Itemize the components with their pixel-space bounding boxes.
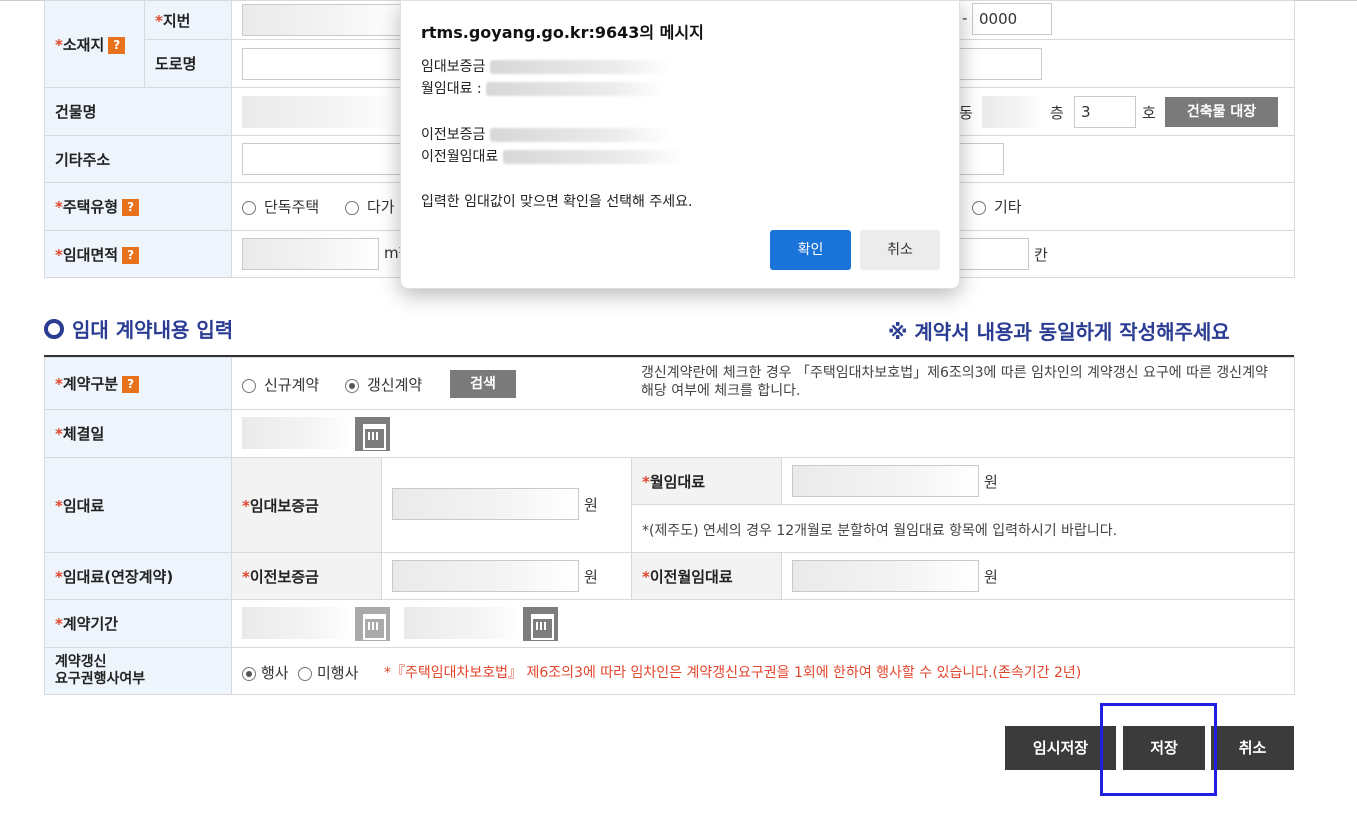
- prev-monthly-header: *이전월임대료: [631, 552, 782, 600]
- alert-dialog: rtms.goyang.go.kr:9643의 메시지 임대보증금 월임대료 :…: [400, 0, 960, 289]
- contract-form: *계약구분? 신규계약 갱신계약 검색 갱신계약란에 체크한 경우 「주택임대차…: [44, 357, 1295, 695]
- dash-text: -: [962, 9, 968, 27]
- contract-renew-radio[interactable]: 갱신계약: [345, 374, 422, 395]
- dong-label: 동: [959, 104, 973, 122]
- contract-type-header: *계약구분?: [44, 357, 232, 410]
- renewal-right-cell: 행사 미행사 *『주택임대차보호법』 제6조의3에 따라 임차인은 계약갱신요구…: [231, 647, 1295, 695]
- prev-deposit-input[interactable]: [392, 560, 579, 592]
- calendar-icon[interactable]: [355, 417, 390, 451]
- search-button[interactable]: 검색: [450, 370, 516, 398]
- period-header: *계약기간: [44, 599, 232, 648]
- save-highlight-box: [1100, 703, 1217, 796]
- radio-icon: [298, 666, 312, 681]
- other-address-header: 기타주소: [44, 135, 232, 183]
- house-type-option-etc[interactable]: 기타: [972, 196, 1022, 217]
- house-type-option-2[interactable]: 다가: [345, 196, 395, 217]
- monthly-note-cell: *(제주도) 연세의 경우 12개월로 분할하여 월임대료 항목에 입력하시기 …: [631, 504, 1295, 553]
- rent-header: *임대료: [44, 457, 232, 553]
- dialog-question: 입력한 임대값이 맞으면 확인을 선택해 주세요.: [421, 194, 693, 210]
- jibun-input[interactable]: [242, 4, 402, 36]
- area-header: *임대면적?: [44, 230, 232, 278]
- help-icon[interactable]: ?: [122, 199, 140, 216]
- won-unit: 원: [984, 568, 998, 586]
- dialog-monthly-line: 월임대료 :: [421, 78, 667, 98]
- dialog-prev-monthly-line: 이전월임대료: [421, 146, 683, 166]
- building-ledger-button[interactable]: 건축물 대장: [1165, 97, 1278, 127]
- won-unit: 원: [584, 568, 598, 586]
- prev-monthly-input[interactable]: [792, 560, 979, 592]
- monthly-input[interactable]: [792, 465, 979, 497]
- won-unit: 원: [984, 473, 998, 491]
- contract-date-cell: [231, 409, 1295, 458]
- house-type-header: *주택유형?: [44, 182, 232, 231]
- contract-type-cell: 신규계약 갱신계약 검색 갱신계약란에 체크한 경우 「주택임대차보호법」제6조…: [231, 357, 1295, 410]
- monthly-header: *월임대료: [631, 457, 782, 505]
- contract-date-header: *체결일: [44, 409, 232, 458]
- radio-checked-icon: [242, 666, 256, 681]
- redacted-value: [486, 82, 667, 96]
- floor-label: 층: [1050, 104, 1064, 122]
- contract-type-note: 갱신계약란에 체크한 경우 「주택임대차보호법」제6조의3에 따른 임차인의 계…: [641, 365, 1268, 399]
- area-input[interactable]: [242, 238, 379, 270]
- ho-label: 호: [1142, 104, 1156, 122]
- redacted-value: [489, 128, 670, 142]
- location-header: *소재지?: [44, 0, 145, 88]
- period-cell: [231, 599, 1295, 648]
- redacted-value: [502, 150, 683, 164]
- radio-checked-icon: [345, 378, 359, 393]
- help-icon[interactable]: ?: [122, 376, 140, 393]
- period-start-input[interactable]: [242, 607, 356, 639]
- jibun-sub-input[interactable]: 0000: [972, 3, 1052, 35]
- won-unit: 원: [584, 496, 598, 514]
- not-exercised-radio[interactable]: 미행사: [298, 662, 358, 683]
- building-header: 건물명: [44, 87, 232, 136]
- renewal-note: *『주택임대차보호법』 제6조의3에 따라 임차인은 계약갱신요구권을 1회에 …: [384, 665, 1082, 681]
- help-icon[interactable]: ?: [122, 246, 140, 264]
- deposit-input[interactable]: [392, 488, 579, 520]
- radio-icon: [242, 200, 256, 215]
- area-input-2[interactable]: [954, 238, 1029, 270]
- renewal-right-header: 계약갱신 요구권행사여부: [44, 647, 232, 695]
- cancel-button[interactable]: 취소: [1211, 726, 1294, 770]
- deposit-cell: 원: [381, 457, 632, 553]
- calendar-icon[interactable]: [355, 607, 390, 641]
- dialog-prev-deposit-line: 이전보증금: [421, 124, 670, 144]
- monthly-note: *(제주도) 연세의 경우 12개월로 분할하여 월임대료 항목에 입력하시기 …: [642, 523, 1118, 539]
- floor-input[interactable]: 3: [1074, 96, 1136, 128]
- road-header: 도로명: [144, 39, 232, 88]
- circle-icon: [44, 319, 64, 339]
- help-icon[interactable]: ?: [108, 36, 126, 54]
- contract-new-radio[interactable]: 신규계약: [242, 374, 319, 395]
- section-note: ※ 계약서 내용과 동일하게 작성해주세요: [888, 320, 1230, 344]
- calendar-icon[interactable]: [523, 607, 558, 641]
- jibun-header: *지번: [144, 0, 232, 40]
- period-end-input[interactable]: [404, 607, 524, 639]
- exercised-radio[interactable]: 행사: [242, 662, 289, 683]
- dialog-deposit-line: 임대보증금: [421, 56, 670, 76]
- radio-icon: [345, 200, 359, 215]
- dialog-ok-button[interactable]: 확인: [770, 230, 851, 270]
- redacted-value: [489, 60, 670, 74]
- dong-input[interactable]: [982, 96, 1042, 128]
- prev-monthly-cell: 원: [781, 552, 1295, 600]
- radio-icon: [972, 200, 986, 215]
- dialog-title: rtms.goyang.go.kr:9643의 메시지: [421, 23, 704, 42]
- monthly-cell: 원: [781, 457, 1295, 505]
- rent-ext-header: *임대료(연장계약): [44, 552, 232, 600]
- prev-deposit-cell: 원: [381, 552, 632, 600]
- prev-deposit-header: *이전보증금: [231, 552, 382, 600]
- deposit-header: *임대보증금: [231, 457, 382, 553]
- area-unit-2: 칸: [1034, 246, 1048, 264]
- dialog-cancel-button[interactable]: 취소: [860, 230, 940, 270]
- contract-date-input[interactable]: [242, 417, 356, 449]
- section-title: 임대 계약내용 입력: [44, 314, 233, 343]
- building-input[interactable]: [242, 96, 402, 128]
- radio-icon: [242, 378, 256, 393]
- house-type-option-1[interactable]: 단독주택: [242, 196, 319, 217]
